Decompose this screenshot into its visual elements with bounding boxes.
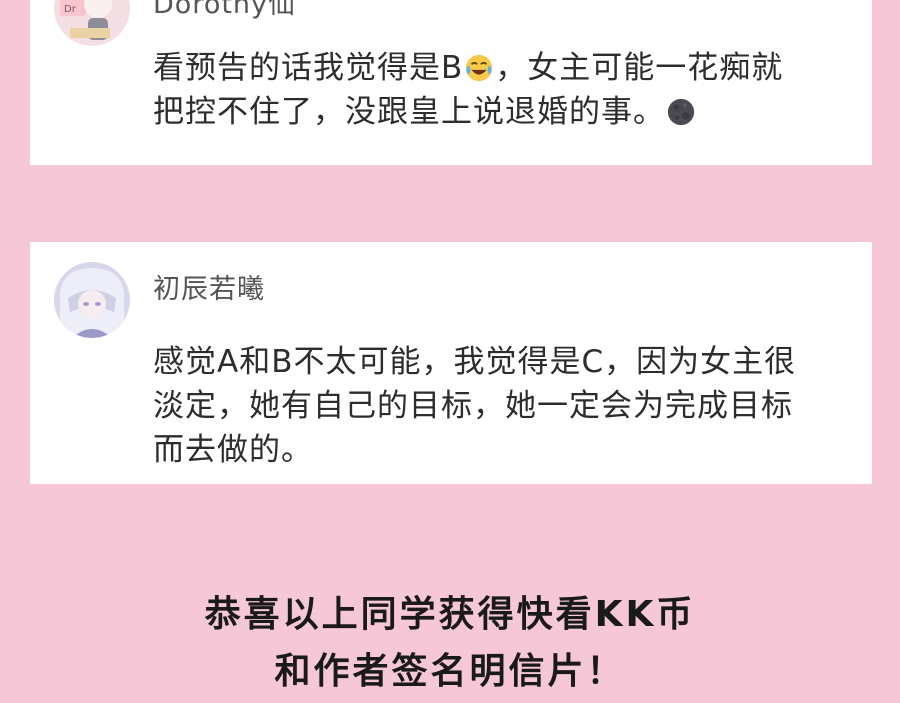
comment-text-segment: 看预告的话我觉得是B (153, 50, 464, 86)
comment-text-segment: 把控不住了，没跟皇上说退婚的事。 (153, 94, 665, 130)
comment-text-line: 淡定，她有自己的目标，她一定会为完成目标 (153, 388, 793, 424)
comment-text-line: 感觉A和B不太可能，我觉得是C，因为女主很 (153, 344, 797, 380)
comment-text-segment: ，女主可能一花痴就 (495, 50, 784, 86)
svg-text:Dr: Dr (64, 4, 77, 15)
congrats-text-line: 恭喜以上同学获得快看KK币 (204, 594, 696, 635)
username[interactable]: Dorothy仙 (153, 0, 296, 21)
avatar[interactable] (54, 262, 130, 338)
avatar[interactable]: Dr (54, 0, 130, 46)
new-moon-face-emoji (667, 98, 695, 126)
comment-card: Dr Dorothy仙 看预告的话我觉得是B ，女主可能一花痴就 把控不住了，没… (30, 0, 872, 165)
username[interactable]: 初辰若曦 (153, 267, 265, 306)
comment-card: 初辰若曦 感觉A和B不太可能，我觉得是C，因为女主很 淡定，她有自己的目标，她一… (30, 242, 872, 484)
congrats-text-line: 和作者签名明信片！ (274, 651, 626, 692)
tears-of-joy-emoji (466, 54, 493, 82)
comment-text-line: 而去做的。 (153, 432, 313, 468)
comment-text: 感觉A和B不太可能，我觉得是C，因为女主很 淡定，她有自己的目标，她一定会为完成… (153, 340, 853, 472)
comment-text: 看预告的话我觉得是B ，女主可能一花痴就 把控不住了，没跟皇上说退婚的事。 (153, 46, 853, 134)
